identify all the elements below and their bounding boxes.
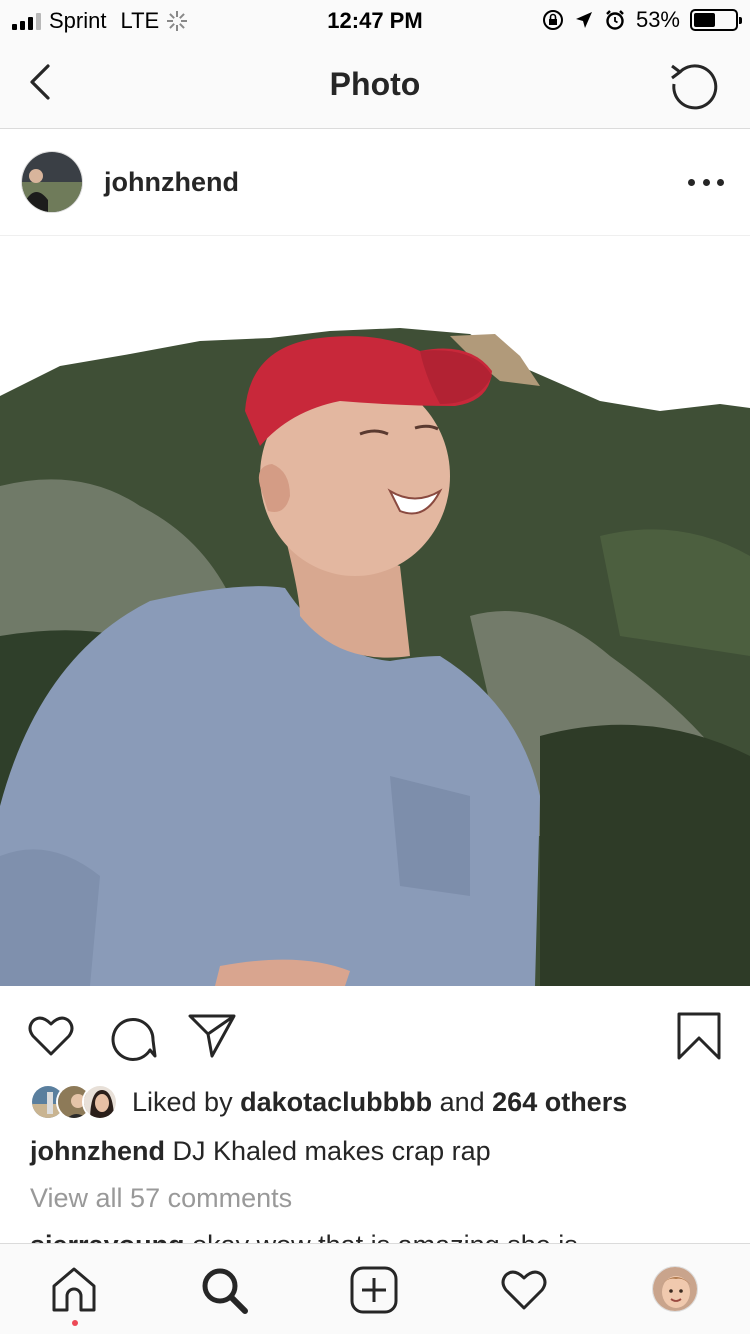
home-icon[interactable] — [48, 1264, 100, 1316]
post-header: johnzhend — [0, 129, 750, 236]
new-post-icon[interactable] — [348, 1264, 400, 1316]
share-icon[interactable] — [186, 1010, 238, 1062]
nav-bar: Photo — [0, 40, 750, 129]
battery-percent: 53% — [635, 7, 680, 32]
page-title: Photo — [329, 66, 421, 102]
post-actions — [0, 1000, 750, 1070]
likes-count[interactable]: 264 others — [492, 1087, 627, 1118]
comment-username[interactable]: sierrayoung — [30, 1230, 185, 1244]
post-caption: johnzhend DJ Khaled makes crap rap — [30, 1136, 491, 1167]
comment-icon[interactable] — [106, 1010, 158, 1062]
refresh-icon[interactable] — [668, 58, 720, 110]
notification-dot — [72, 1320, 78, 1326]
more-options-icon[interactable] — [688, 167, 724, 197]
alarm-icon — [606, 10, 624, 30]
bookmark-icon[interactable] — [673, 1010, 725, 1062]
orientation-lock-icon — [542, 10, 563, 30]
battery-fill — [694, 13, 716, 27]
avatar[interactable] — [21, 151, 83, 213]
battery-icon — [690, 9, 742, 31]
likes-row[interactable]: Liked by dakotaclubbbb and 264 others — [30, 1082, 730, 1122]
tab-bar — [0, 1243, 750, 1334]
liker-avatar — [82, 1084, 118, 1120]
post-username[interactable]: johnzhend — [104, 167, 239, 198]
likes-prefix: Liked by — [132, 1086, 241, 1117]
liker-username[interactable]: dakotaclubbbb — [240, 1087, 432, 1118]
caption-text: DJ Khaled makes crap rap — [164, 1136, 491, 1166]
profile-avatar[interactable] — [652, 1266, 698, 1312]
status-bar: Sprint LTE 12:47 PM 53% — [0, 0, 750, 40]
liker-avatars — [30, 1084, 120, 1120]
view-all-comments-link[interactable]: View all 57 comments — [30, 1183, 292, 1214]
heart-icon[interactable] — [25, 1010, 77, 1062]
comment-preview: sierrayoung okay wow that is amazing she… — [30, 1228, 578, 1244]
likes-middle: and — [432, 1086, 493, 1117]
location-arrow-icon — [575, 12, 592, 28]
caption-username[interactable]: johnzhend — [30, 1136, 165, 1166]
activity-icon[interactable] — [498, 1264, 550, 1316]
post-photo[interactable] — [0, 236, 750, 986]
status-right: 53% — [542, 7, 742, 33]
comment-text: okay wow that is amazing she is — [185, 1230, 578, 1244]
search-icon[interactable] — [198, 1264, 250, 1316]
